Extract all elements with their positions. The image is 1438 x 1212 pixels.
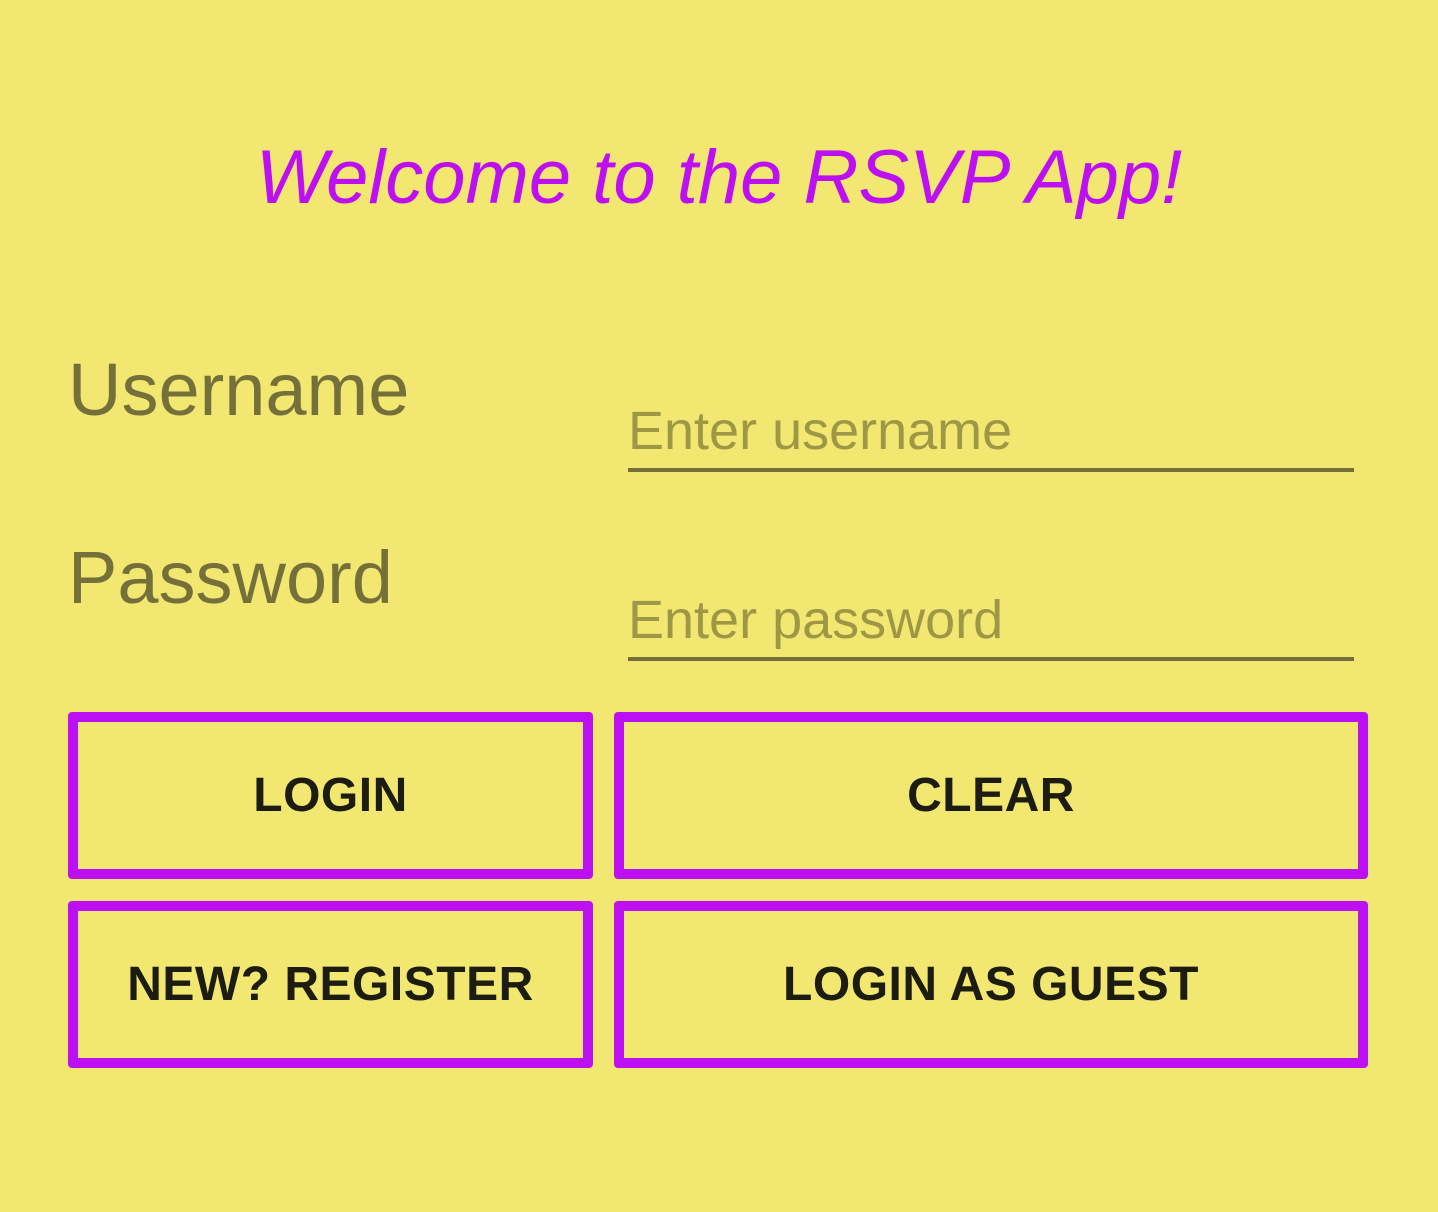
- username-input[interactable]: [628, 394, 1354, 472]
- register-button-label: NEW? REGISTER: [127, 958, 534, 1011]
- clear-button-label: CLEAR: [907, 769, 1075, 822]
- login-as-guest-button[interactable]: LOGIN AS GUEST: [614, 901, 1368, 1068]
- username-label: Username: [68, 348, 410, 431]
- welcome-title: Welcome to the RSVP App!: [255, 135, 1183, 220]
- login-button[interactable]: LOGIN: [68, 712, 593, 879]
- login-button-label: LOGIN: [253, 769, 408, 822]
- password-label: Password: [68, 536, 393, 619]
- clear-button[interactable]: CLEAR: [614, 712, 1368, 879]
- login-as-guest-button-label: LOGIN AS GUEST: [783, 958, 1199, 1011]
- password-input[interactable]: [628, 583, 1354, 661]
- register-button[interactable]: NEW? REGISTER: [68, 901, 593, 1068]
